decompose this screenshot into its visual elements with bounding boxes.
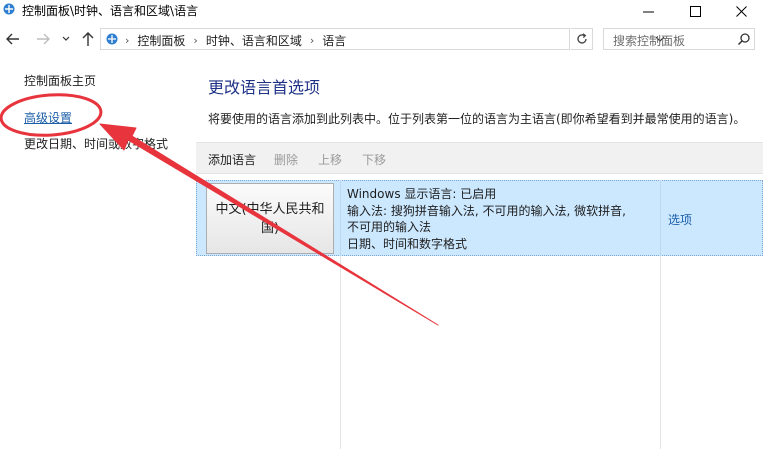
remove-button[interactable]: 删除 [274,151,298,168]
breadcrumb: › 控制面板 › 时钟、语言和区域 › 语言 [125,32,346,49]
maximize-icon [689,5,701,17]
language-name: 中文(中华人民共和国) [215,201,325,236]
language-tile[interactable]: 中文(中华人民共和国) [206,183,334,254]
window-title: 控制面板\时钟、语言和区域\语言 [22,4,199,18]
language-list: 中文(中华人民共和国) Windows 显示语言: 已启用 输入法: 搜狗拼音输… [196,177,763,449]
arrow-left-icon[interactable] [4,30,22,48]
column-divider [660,256,661,449]
column-divider [340,256,341,449]
add-language-button[interactable]: 添加语言 [208,151,256,168]
arrow-up-icon[interactable] [79,30,97,48]
search-placeholder: 搜索控制面板 [613,34,686,48]
column-divider [340,180,341,256]
search-input[interactable]: 搜索控制面板 [603,28,755,50]
move-down-button[interactable]: 下移 [362,151,386,168]
detail-display-language: Windows 显示语言: 已启用 [347,187,497,201]
close-icon [735,5,747,17]
maximize-button[interactable] [672,0,718,22]
breadcrumb-item[interactable]: 控制面板 [137,32,185,49]
sidebar-item-change-date-time[interactable]: 更改日期、时间或数字格式 [24,135,168,152]
language-options-link[interactable]: 选项 [668,211,692,228]
sidebar-item-home[interactable]: 控制面板主页 [24,72,96,89]
refresh-icon [576,33,587,44]
breadcrumb-separator: › [309,34,315,47]
breadcrumb-separator: › [125,34,130,47]
arrow-right-icon[interactable] [34,30,52,48]
breadcrumb-item[interactable]: 时钟、语言和区域 [206,32,302,49]
language-toolbar: 添加语言 删除 上移 下移 [196,142,763,174]
refresh-button[interactable] [571,28,593,50]
chevron-down-icon[interactable] [60,32,72,46]
close-button[interactable] [718,0,763,22]
title-bar: 控制面板\时钟、语言和区域\语言 [0,0,763,22]
sidebar-item-advanced-settings[interactable]: 高级设置 [24,109,72,126]
minimize-icon [642,11,654,12]
control-panel-icon [3,3,15,15]
language-details: Windows 显示语言: 已启用 输入法: 搜狗拼音输入法, 不可用的输入法,… [347,186,626,252]
breadcrumb-separator: › [193,34,198,47]
detail-input-methods-cont: 不可用的输入法 [347,220,432,234]
detail-input-methods: 输入法: 搜狗拼音输入法, 不可用的输入法, 微软拼音, [347,203,626,218]
breadcrumb-item[interactable]: 语言 [322,32,346,49]
control-panel-icon [106,33,118,45]
page-description: 将要使用的语言添加到此列表中。位于列表第一位的语言为主语言(即你希望看到并最常使… [208,112,746,126]
language-row[interactable]: 中文(中华人民共和国) Windows 显示语言: 已启用 输入法: 搜狗拼音输… [196,180,763,256]
column-divider [660,180,661,256]
minimize-button[interactable] [625,0,671,22]
search-icon[interactable] [737,32,751,46]
address-bar[interactable]: › 控制面板 › 时钟、语言和区域 › 语言 [100,28,665,50]
move-up-button[interactable]: 上移 [318,151,342,168]
page-title: 更改语言首选项 [208,78,321,97]
detail-date-time-format: 日期、时间和数字格式 [347,236,468,251]
